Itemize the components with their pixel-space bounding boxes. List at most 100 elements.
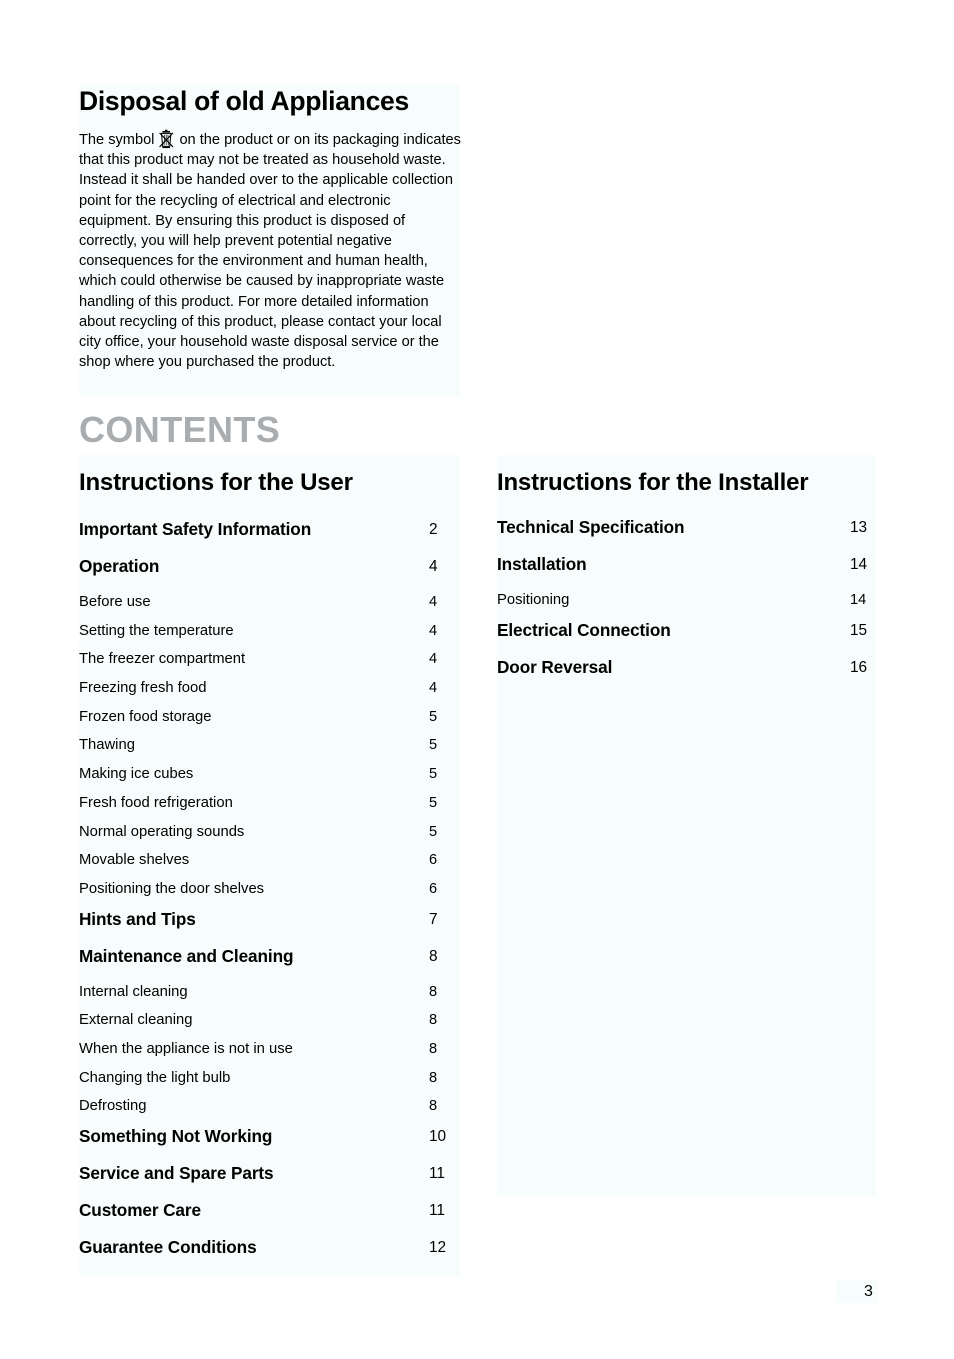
toc-entry-label: Customer Care <box>79 1200 201 1220</box>
toc-entry-page: 14 <box>850 556 868 573</box>
toc-entry[interactable]: Technical Specification 13 <box>497 516 876 553</box>
toc-entry-page: 16 <box>850 658 868 676</box>
toc-entry-label: When the appliance is not in use <box>79 1040 293 1057</box>
toc-entry-label: Changing the light bulb <box>79 1069 231 1086</box>
toc-entry-label: Freezing fresh food <box>79 680 207 697</box>
toc-entry[interactable]: Thawing 5 <box>79 735 460 764</box>
toc-entry[interactable]: The freezer compartment 4 <box>79 649 460 678</box>
toc-entry-label: Defrosting <box>79 1098 147 1115</box>
toc-entry[interactable]: Door Reversal 16 <box>497 656 876 693</box>
toc-entry-page: 7 <box>429 910 438 928</box>
disposal-body: The symbol on the product or on its pack… <box>79 129 464 372</box>
toc-entry-label: Door Reversal <box>497 656 613 677</box>
toc-entry[interactable]: Before use 4 <box>79 592 460 621</box>
toc-entry[interactable]: Electrical Connection 15 <box>497 619 876 656</box>
toc-entry-label: Normal operating sounds <box>79 823 245 840</box>
toc-entry-label: Movable shelves <box>79 852 190 869</box>
toc-entry-label: Before use <box>79 594 151 610</box>
document-page: Disposal of old Appliances The symbol on… <box>0 0 954 1359</box>
toc-list-user: Important Safety Information 2 Operation… <box>79 518 460 1273</box>
toc-entry-page: 6 <box>429 880 438 897</box>
crossed-out-wheelie-bin-icon <box>157 129 176 149</box>
disposal-body-lead: The symbol <box>79 132 155 148</box>
toc-entry-page: 8 <box>429 983 438 1000</box>
toc-column-user-heading: Instructions for the User <box>79 469 353 496</box>
toc-entry[interactable]: Service and Spare Parts 11 <box>79 1162 460 1199</box>
toc-entry[interactable]: Setting the temperature 4 <box>79 621 460 650</box>
toc-entry[interactable]: Guarantee Conditions 12 <box>79 1236 460 1273</box>
toc-entry-label: Guarantee Conditions <box>79 1237 257 1257</box>
toc-entry-page: 8 <box>429 1040 438 1057</box>
toc-entry-label: Electrical Connection <box>497 619 671 640</box>
toc-entry-page: 6 <box>429 852 438 869</box>
page-number: 3 <box>864 1283 873 1300</box>
toc-entry-page: 10 <box>429 1128 447 1145</box>
toc-entry-page: 2 <box>429 521 438 538</box>
toc-entry[interactable]: Positioning the door shelves 6 <box>79 879 460 908</box>
toc-entry[interactable]: Something Not Working 10 <box>79 1125 460 1162</box>
toc-entry-page: 14 <box>850 592 867 608</box>
toc-entry[interactable]: Internal cleaning 8 <box>79 982 460 1011</box>
toc-entry[interactable]: Fresh food refrigeration 5 <box>79 793 460 822</box>
toc-entry[interactable]: Important Safety Information 2 <box>79 518 460 555</box>
toc-entry-page: 15 <box>850 621 868 639</box>
toc-entry-page: 5 <box>429 823 438 840</box>
toc-entry[interactable]: Customer Care 11 <box>79 1199 460 1236</box>
toc-entry-page: 4 <box>429 680 438 697</box>
toc-entry-label: Something Not Working <box>79 1126 273 1146</box>
toc-entry-page: 4 <box>429 651 438 668</box>
toc-column-installer: Instructions for the Installer Technical… <box>497 465 876 693</box>
toc-entry[interactable]: Installation 14 <box>497 553 876 590</box>
toc-entry-label: Installation <box>497 554 587 574</box>
toc-entry-page: 11 <box>429 1202 445 1219</box>
toc-entry-label: Important Safety Information <box>79 519 312 539</box>
toc-entry-page: 13 <box>850 519 868 536</box>
toc-entry[interactable]: Operation 4 <box>79 555 460 592</box>
toc-entry-page: 4 <box>429 558 438 575</box>
toc-entry-label: Service and Spare Parts <box>79 1163 274 1183</box>
toc-entry-page: 8 <box>429 947 438 965</box>
toc-entry-page: 4 <box>429 594 438 610</box>
toc-entry-page: 4 <box>429 622 438 639</box>
toc-entry-page: 8 <box>429 1012 438 1029</box>
toc-entry-label: Maintenance and Cleaning <box>79 945 294 966</box>
toc-entry-page: 5 <box>429 794 438 811</box>
toc-entry-page: 5 <box>429 708 438 725</box>
toc-entry-label: Setting the temperature <box>79 622 234 639</box>
toc-entry[interactable]: Changing the light bulb 8 <box>79 1068 460 1097</box>
disposal-title: Disposal of old Appliances <box>79 86 409 116</box>
toc-list-installer: Technical Specification 13 Installation … <box>497 516 876 693</box>
toc-entry[interactable]: When the appliance is not in use 8 <box>79 1039 460 1068</box>
toc-entry[interactable]: Maintenance and Cleaning 8 <box>79 945 460 982</box>
toc-entry-page: 12 <box>429 1239 447 1256</box>
toc-entry-label: Thawing <box>79 737 135 754</box>
toc-entry[interactable]: Normal operating sounds 5 <box>79 822 460 851</box>
toc-entry[interactable]: Defrosting 8 <box>79 1096 460 1125</box>
toc-entry-label: Making ice cubes <box>79 766 194 783</box>
toc-entry-label: Fresh food refrigeration <box>79 794 233 811</box>
toc-entry-label: Operation <box>79 556 160 576</box>
toc-entry[interactable]: External cleaning 8 <box>79 1010 460 1039</box>
toc-entry-label: Hints and Tips <box>79 908 196 929</box>
toc-entry-label: Internal cleaning <box>79 983 188 1000</box>
toc-entry[interactable]: Positioning 14 <box>497 590 876 619</box>
toc-entry[interactable]: Making ice cubes 5 <box>79 764 460 793</box>
toc-column-user: Instructions for the User Important Safe… <box>79 465 460 1273</box>
toc-entry-page: 8 <box>429 1098 438 1115</box>
toc-entry[interactable]: Frozen food storage 5 <box>79 707 460 736</box>
toc-entry-page: 11 <box>429 1165 445 1182</box>
toc-entry[interactable]: Movable shelves 6 <box>79 850 460 879</box>
contents-heading: CONTENTS <box>79 409 281 450</box>
toc-entry-page: 5 <box>429 737 438 754</box>
toc-entry-label: Positioning the door shelves <box>79 880 265 897</box>
toc-column-installer-heading: Instructions for the Installer <box>497 469 809 496</box>
disposal-section: Disposal of old Appliances The symbol on… <box>79 85 471 372</box>
toc-entry-label: Frozen food storage <box>79 708 212 725</box>
disposal-body-rest: on the product or on its packaging indic… <box>79 132 461 371</box>
toc-entry-label: The freezer compartment <box>79 651 246 668</box>
toc-entry[interactable]: Freezing fresh food 4 <box>79 678 460 707</box>
toc-entry-label: Positioning <box>497 592 570 608</box>
toc-entry[interactable]: Hints and Tips 7 <box>79 908 460 945</box>
toc-entry-label: External cleaning <box>79 1012 193 1029</box>
toc-entry-label: Technical Specification <box>497 517 685 537</box>
